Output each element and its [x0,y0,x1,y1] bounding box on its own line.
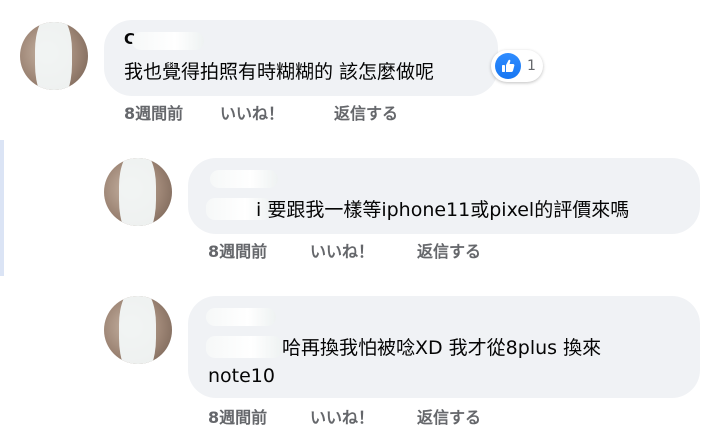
reaction-count: 1 [527,58,536,74]
reply-link[interactable]: 返信する [417,238,481,262]
mention-redaction [206,336,282,358]
name-redaction [206,308,276,326]
comment-actions: 8週間前 いいね！ 返信する [124,100,398,124]
reply-actions: 8週間前 いいね！ 返信する [208,404,481,428]
like-link[interactable]: いいね！ [310,404,417,428]
avatar[interactable] [20,22,88,90]
like-link[interactable]: いいね！ [310,238,417,262]
reply-link[interactable]: 返信する [417,404,481,428]
reply-timestamp[interactable]: 8週間前 [208,238,310,262]
like-link[interactable]: いいね！ [220,100,334,124]
avatar[interactable] [104,296,172,364]
reply-actions: 8週間前 いいね！ 返信する [208,238,481,262]
comment-timestamp[interactable]: 8週間前 [124,100,220,124]
reply-thread-line [0,140,4,276]
reply-text-line-2: note10 [208,365,275,387]
reply-text-line-1: 哈再換我怕被唸XD 我才從8plus 換來 [282,337,602,359]
avatar[interactable] [104,158,172,226]
reply-link[interactable]: 返信する [334,100,398,124]
reply-text: i 要跟我一樣等iphone11或pixel的評價來嗎 [256,199,630,221]
thumbs-up-icon [495,53,521,79]
name-redaction [210,170,278,188]
reply-timestamp[interactable]: 8週間前 [208,404,310,428]
reaction-summary[interactable]: 1 [491,50,543,82]
comment-text: 我也覺得拍照有時糊糊的 該怎麼做呢 [124,61,435,83]
name-redaction [132,32,204,50]
